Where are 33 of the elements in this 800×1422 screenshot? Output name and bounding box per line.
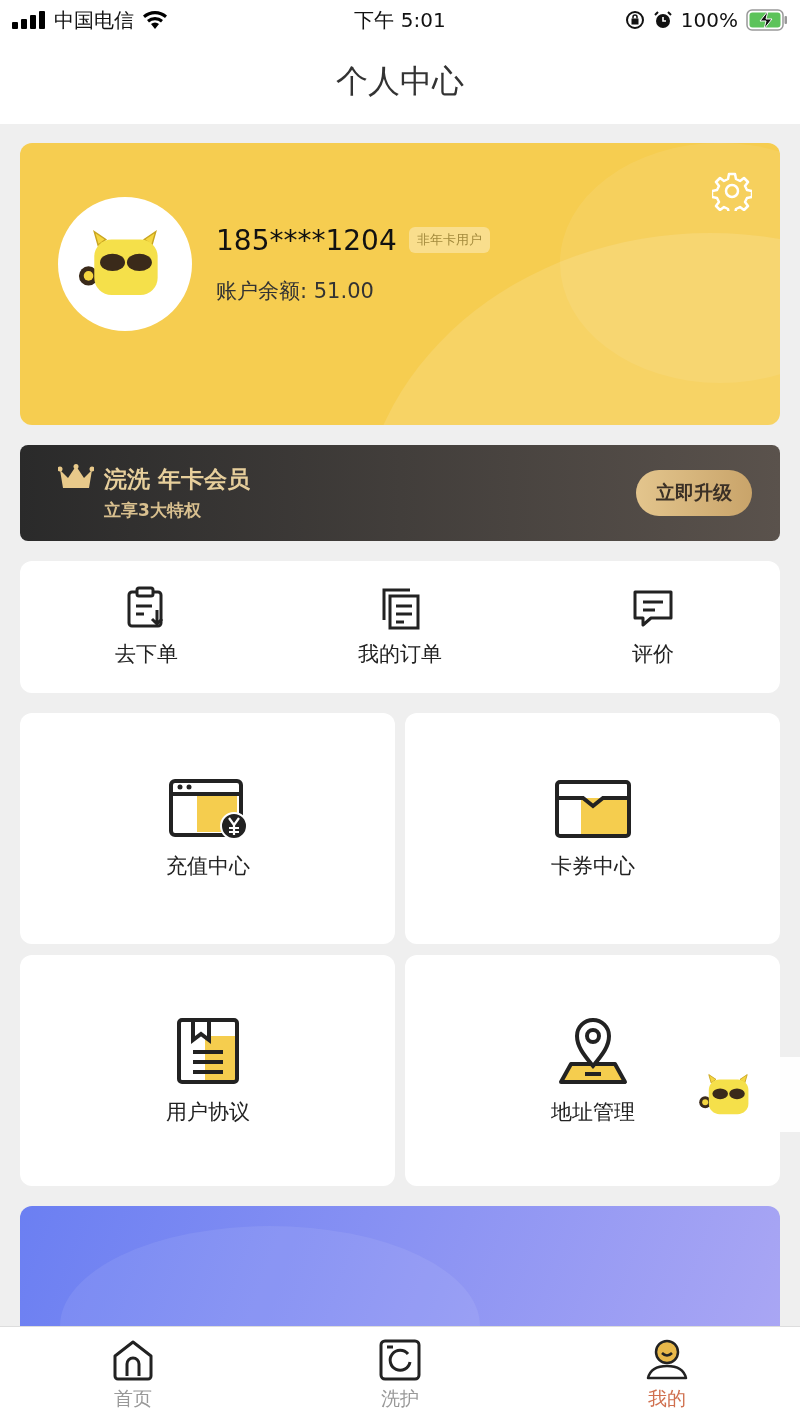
washing-machine-icon[interactable]: [378, 1337, 422, 1382]
crown-icon: [58, 464, 94, 491]
wifi-icon: [142, 10, 168, 30]
service-label: 用户协议: [165, 1098, 250, 1126]
service-label: 地址管理: [550, 1098, 635, 1126]
battery-charging-icon: [746, 9, 788, 31]
location-pin-icon: [556, 1015, 629, 1086]
service-label: 卡券中心: [550, 852, 635, 880]
user-type-badge: 非年卡用户: [408, 227, 490, 254]
service-card[interactable]: 地址管理: [405, 955, 780, 1186]
page-title: 个人中心: [336, 61, 464, 102]
bookmark-document-icon: [174, 1015, 241, 1086]
account-balance: 账户余额: 51.00: [216, 277, 375, 305]
service-label: 充值中心: [165, 852, 250, 880]
service-card[interactable]: 充值中心: [20, 713, 395, 944]
membership-banner[interactable]: 浣洗 年卡会员 立享3大特权 立即升级: [20, 445, 780, 542]
upgrade-button[interactable]: 立即升级: [636, 470, 752, 517]
action-label[interactable]: 去下单: [115, 640, 179, 669]
membership-subtitle: 立享3大特权: [104, 499, 202, 523]
membership-title: 浣洗 年卡会员: [104, 465, 250, 495]
signal-icon: [12, 11, 46, 29]
action-label[interactable]: 评价: [632, 640, 675, 669]
phone-number: 185****1204: [216, 223, 397, 257]
envelope-icon: [552, 777, 633, 840]
action-label[interactable]: 我的订单: [358, 640, 442, 669]
carrier-name: 中国电信: [54, 6, 134, 34]
battery-percent: 100%: [680, 8, 738, 32]
alarm-icon: [652, 10, 673, 30]
status-time: 下午 5:01: [354, 6, 446, 34]
wallet-window-icon: [167, 777, 248, 840]
service-card[interactable]: 用户协议: [20, 955, 395, 1186]
service-card[interactable]: 卡券中心: [405, 713, 780, 944]
rotation-lock-icon: [624, 10, 645, 30]
